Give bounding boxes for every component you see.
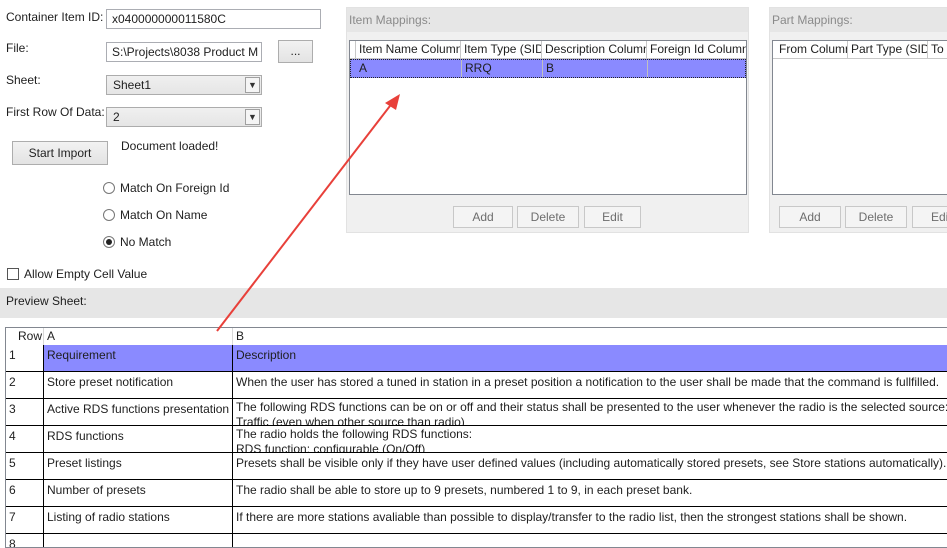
arrow-head: [385, 94, 400, 110]
annotation-arrow-icon: [216, 94, 400, 332]
arrow-line: [216, 101, 394, 332]
